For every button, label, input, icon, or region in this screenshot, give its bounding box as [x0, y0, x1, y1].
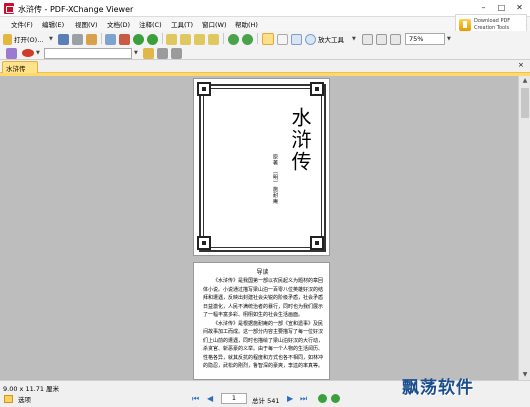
zoom-tool-label[interactable]: 放大工具 — [318, 34, 344, 44]
hand-tool-icon[interactable] — [262, 33, 274, 45]
history-back-icon[interactable] — [318, 394, 327, 403]
next-page-icon[interactable] — [194, 34, 205, 45]
pdf-page-cover: 水浒传 原著 〔明〕施耐庵 — [193, 78, 330, 256]
intro-paragraph: 《水浒传》是我国第一部以农民起义为题材的章回体小说。小说通过描写梁山泊一百零八位… — [203, 278, 324, 318]
scroll-up-icon[interactable]: ▲ — [519, 76, 530, 86]
tab-document[interactable]: 水浒传 — [2, 61, 38, 73]
last-page-icon[interactable] — [208, 34, 219, 45]
menu-document[interactable]: 文档(D) — [107, 19, 130, 29]
close-tab-button[interactable]: × — [518, 61, 524, 69]
search-dropdown-arrow[interactable]: ▼ — [134, 50, 138, 56]
snapshot-icon[interactable] — [291, 34, 302, 45]
options-button[interactable]: 选项 — [18, 394, 31, 404]
select-text-icon[interactable] — [277, 34, 288, 45]
scroll-thumb[interactable] — [521, 88, 529, 118]
save-icon[interactable] — [58, 34, 69, 45]
previous-page-icon[interactable] — [180, 34, 191, 45]
menu-edit[interactable]: 编辑(E) — [42, 19, 64, 29]
zoom-icon[interactable] — [305, 34, 316, 45]
main-toolbar: 打开(O)... ▼ 放大工具 ▼ ▼ — [0, 31, 530, 47]
pdf-page-introduction: 导读 《水浒传》是我国第一部以农民起义为题材的章回体小说。小说通过描写梁山泊一百… — [193, 262, 330, 380]
download-icon — [459, 19, 471, 31]
title-bar: 水浒传 - PDF-XChange Viewer – □ ✕ — [0, 0, 530, 17]
scan-icon[interactable] — [105, 34, 116, 45]
first-page-icon[interactable] — [166, 34, 177, 45]
border-corner-ornament — [310, 82, 324, 96]
menu-file[interactable]: 文件(F) — [11, 19, 33, 29]
border-corner-ornament — [310, 236, 324, 250]
menu-window[interactable]: 窗口(W) — [202, 19, 227, 29]
rotate-left-icon[interactable] — [228, 34, 239, 45]
intro-paragraph: 《水浒传》是根据施耐庵的一部《宣和遗事》及民间故事加工而成。这一部分内容主要描写… — [203, 320, 324, 370]
open-button-label[interactable]: 打开(O)... — [14, 34, 43, 44]
border-corner-ornament — [197, 236, 211, 250]
history-forward-icon[interactable] — [331, 394, 340, 403]
promo-line-1: Download PDF — [474, 18, 511, 24]
tab-document-label: 水浒传 — [6, 65, 26, 73]
forward-icon[interactable] — [147, 34, 158, 45]
vertical-scrollbar[interactable]: ▲ ▼ — [518, 76, 530, 380]
zoom-level-value: 75% — [409, 35, 424, 43]
zoom-dropdown-arrow[interactable]: ▼ — [447, 36, 451, 42]
current-page-field[interactable]: 1 — [221, 393, 247, 404]
minimize-button[interactable]: – — [478, 2, 489, 13]
menu-help[interactable]: 帮助(H) — [235, 19, 258, 29]
rotate-right-icon[interactable] — [242, 34, 253, 45]
open-dropdown-arrow[interactable]: ▼ — [49, 36, 53, 42]
typewriter-icon[interactable] — [157, 48, 168, 59]
back-icon[interactable] — [133, 34, 144, 45]
menu-tools[interactable]: 工具(T) — [171, 19, 193, 29]
close-button[interactable]: ✕ — [514, 2, 525, 13]
bookmark-icon[interactable] — [6, 48, 17, 59]
previous-page-button[interactable]: ◀ — [207, 394, 213, 403]
zoom-level-field[interactable]: 75% — [405, 33, 445, 45]
document-tab-bar: 水浒传 — [0, 60, 530, 73]
intro-body: 《水浒传》是我国第一部以农民起义为题材的章回体小说。小说通过描写梁山泊一百零八位… — [203, 277, 323, 371]
book-title: 水浒传 — [288, 107, 312, 173]
page-dimensions: 9.00 x 11.71 厘米 — [3, 385, 60, 393]
book-author: 原著 〔明〕施耐庵 — [272, 154, 278, 205]
find-dropdown-arrow[interactable]: ▼ — [36, 50, 40, 56]
options-icon[interactable] — [4, 395, 13, 403]
fit-width-icon[interactable] — [390, 34, 401, 45]
highlight-icon[interactable] — [143, 48, 154, 59]
menu-bar: 文件(F) 编辑(E) 视图(V) 文档(D) 注释(C) 工具(T) 窗口(W… — [0, 17, 530, 31]
fit-page-icon[interactable] — [376, 34, 387, 45]
actual-size-icon[interactable] — [362, 34, 373, 45]
search-input[interactable] — [44, 48, 132, 59]
window-title: 水浒传 - PDF-XChange Viewer — [18, 5, 134, 14]
scroll-down-icon[interactable]: ▼ — [519, 370, 530, 380]
stamp-icon[interactable] — [171, 48, 182, 59]
menu-comment[interactable]: 注释(C) — [139, 19, 162, 29]
export-icon[interactable] — [86, 34, 97, 45]
last-page-button[interactable]: ⏭ — [300, 394, 307, 404]
find-icon[interactable] — [22, 49, 34, 57]
pdf-tools-icon[interactable] — [119, 34, 130, 45]
first-page-button[interactable]: ⏮ — [192, 394, 199, 404]
border-corner-ornament — [197, 82, 211, 96]
menu-view[interactable]: 视图(V) — [75, 19, 98, 29]
app-icon[interactable] — [4, 3, 14, 14]
zoom-tool-dropdown[interactable]: ▼ — [352, 36, 356, 42]
open-folder-icon[interactable] — [3, 34, 12, 45]
total-pages: 总计 541 — [252, 397, 280, 405]
maximize-button[interactable]: □ — [496, 2, 507, 13]
next-page-button[interactable]: ▶ — [287, 394, 293, 403]
site-watermark: 飘荡软件 — [402, 378, 474, 398]
print-icon[interactable] — [72, 34, 83, 45]
intro-heading: 导读 — [256, 269, 269, 276]
